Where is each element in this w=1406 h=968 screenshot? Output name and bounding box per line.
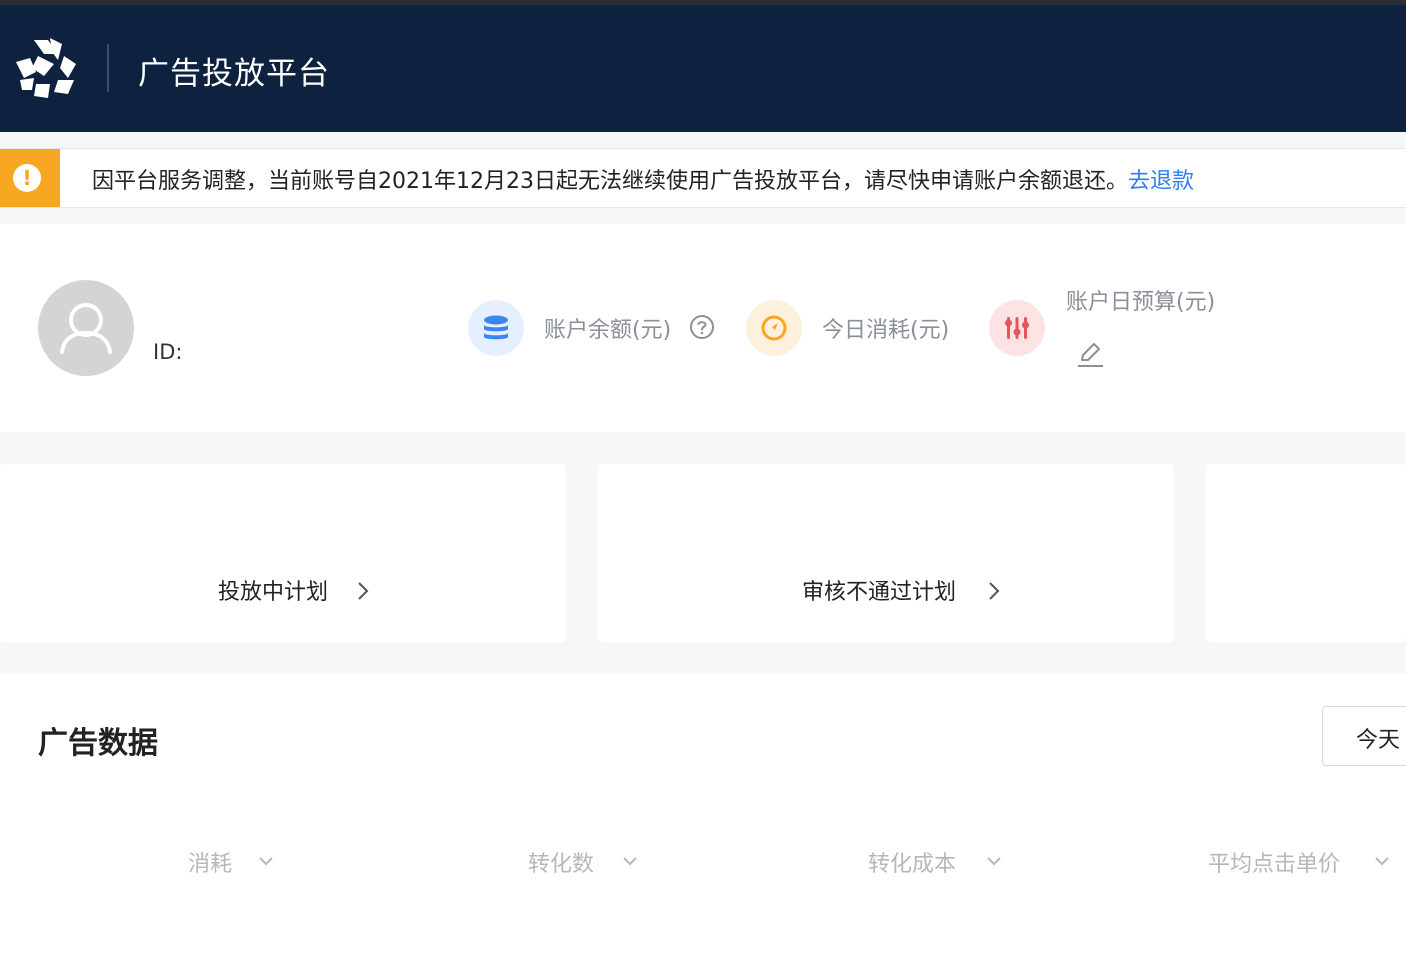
balance-label: 账户余额(元) [544, 318, 672, 343]
user-icon [60, 303, 112, 354]
spend-icon-badge [746, 300, 802, 356]
balance-icon-badge [468, 300, 524, 356]
daily-budget-label: 账户日预算(元) [1066, 290, 1216, 315]
database-icon [484, 315, 508, 340]
chevron-down-icon[interactable] [258, 855, 274, 867]
window-edge [0, 0, 1406, 5]
notice-banner: ! 因平台服务调整，当前账号自2021年12月23日起无法继续使用广告投放平台，… [0, 148, 1406, 208]
avatar [38, 280, 134, 376]
plan-card-active[interactable]: 投放中计划 [0, 464, 566, 642]
question-circle-icon[interactable] [689, 314, 715, 340]
chevron-down-icon[interactable] [1374, 855, 1390, 867]
stat-tab-avg-cpc[interactable]: 平均点击单价 [1208, 846, 1340, 878]
chevron-down-icon[interactable] [986, 855, 1002, 867]
exclamation-icon: ! [13, 164, 41, 192]
budget-icon-badge [989, 300, 1045, 356]
logo-divider [107, 44, 109, 92]
brand-logo-icon[interactable] [14, 34, 78, 102]
sliders-icon [1005, 317, 1029, 339]
chevron-down-icon[interactable] [622, 855, 638, 867]
ad-data-title: 广告数据 [38, 726, 158, 761]
app-title: 广告投放平台 [138, 56, 330, 92]
plan-card-label: 投放中计划 [218, 580, 329, 605]
refund-link[interactable]: 去退款 [1128, 169, 1194, 194]
notice-text: 因平台服务调整，当前账号自2021年12月23日起无法继续使用广告投放平台，请尽… [92, 169, 1128, 194]
chevron-right-icon [989, 582, 1000, 600]
plan-card-rejected[interactable]: 审核不通过计划 [598, 464, 1174, 642]
today-spend-label: 今日消耗(元) [822, 318, 950, 343]
ad-data-section: 广告数据 今天 消耗 转化数 转化成本 平均点击单价 [0, 674, 1406, 968]
plan-card-partial[interactable] [1206, 464, 1406, 642]
gauge-icon [761, 315, 787, 341]
notice-icon-box: ! [0, 149, 60, 207]
top-nav-bar: 广告投放平台 [0, 0, 1406, 132]
chevron-right-icon [358, 582, 369, 600]
plan-card-label: 审核不通过计划 [802, 580, 957, 605]
date-range-select[interactable]: 今天 [1322, 706, 1406, 766]
notice-message: 因平台服务调整，当前账号自2021年12月23日起无法继续使用广告投放平台，请尽… [92, 163, 1194, 195]
edit-icon[interactable] [1075, 339, 1105, 369]
account-id-label: ID: [153, 340, 183, 364]
stat-tab-spend[interactable]: 消耗 [188, 846, 232, 878]
date-range-value: 今天 [1356, 728, 1401, 753]
stat-tab-conversion-cost[interactable]: 转化成本 [868, 846, 956, 878]
stat-tab-conversions[interactable]: 转化数 [528, 846, 594, 878]
account-summary: ID: 账户余额(元) 今日消耗(元) 账户日预算(元) [0, 224, 1406, 432]
